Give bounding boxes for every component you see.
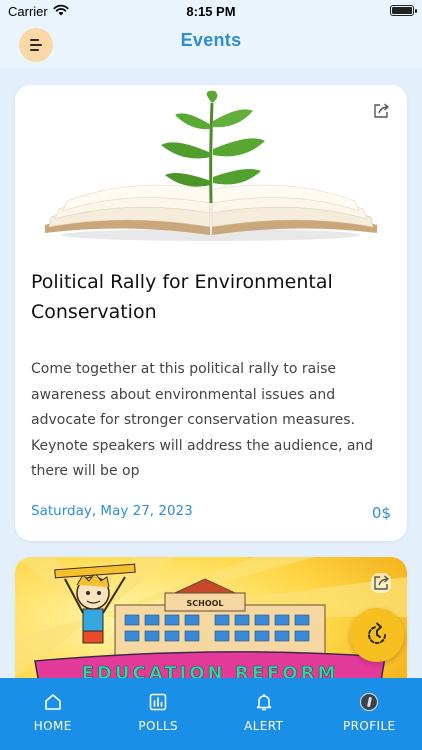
event-title[interactable]: Political Rally for Environmental Conser… bbox=[31, 267, 371, 327]
battery-icon bbox=[390, 5, 417, 16]
page-title: Events bbox=[180, 30, 242, 50]
polls-icon bbox=[150, 693, 167, 711]
event-image bbox=[15, 85, 407, 245]
avatar bbox=[360, 693, 379, 711]
nav-alert[interactable]: ALERT bbox=[211, 678, 317, 750]
svg-text:EDUCATION REFORM: EDUCATION REFORM bbox=[82, 663, 339, 678]
bottom-nav: HOME POLLS ALERT PROFILE bbox=[0, 678, 422, 750]
app-header: Events bbox=[0, 24, 422, 68]
status-bar: Carrier 8:15 PM bbox=[0, 0, 422, 24]
event-description: Come together at this political rally to… bbox=[31, 361, 374, 479]
nav-label: POLLS bbox=[138, 719, 179, 733]
nav-label: HOME bbox=[33, 719, 72, 733]
refresh-clock-icon bbox=[368, 622, 386, 644]
nav-profile[interactable]: PROFILE bbox=[317, 678, 422, 750]
home-icon bbox=[44, 694, 61, 710]
refresh-fab[interactable] bbox=[350, 608, 404, 662]
event-card[interactable]: Political Rally for Environmental Conser… bbox=[15, 85, 407, 541]
event-price: 0$ bbox=[371, 504, 391, 522]
education-reform-illustration: SCHOOL EDUCATION REFORM bbox=[15, 557, 407, 678]
bell-icon bbox=[256, 693, 271, 711]
nav-label: PROFILE bbox=[342, 719, 396, 733]
event-image: SCHOOL EDUCATION REFORM bbox=[15, 557, 407, 678]
share-icon[interactable] bbox=[371, 573, 391, 593]
event-card[interactable]: SCHOOL EDUCATION REFORM bbox=[15, 557, 407, 678]
nav-home[interactable]: HOME bbox=[0, 678, 106, 750]
clock: 8:15 PM bbox=[186, 4, 236, 19]
events-feed[interactable]: Political Rally for Environmental Conser… bbox=[0, 68, 422, 678]
nav-polls[interactable]: POLLS bbox=[106, 678, 212, 750]
book-with-plant-illustration bbox=[45, 90, 377, 241]
nav-label: ALERT bbox=[244, 719, 284, 733]
share-icon[interactable] bbox=[371, 101, 391, 121]
svg-text:SCHOOL: SCHOOL bbox=[186, 599, 223, 608]
event-date: Saturday, May 27, 2023 bbox=[31, 503, 193, 519]
